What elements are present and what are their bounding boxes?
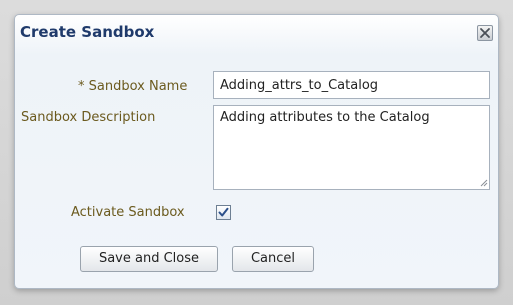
- sandbox-description-label: Sandbox Description: [21, 110, 155, 125]
- activate-sandbox-label: Activate Sandbox: [71, 205, 185, 220]
- cancel-button[interactable]: Cancel: [232, 246, 314, 272]
- sandbox-name-label-text: Sandbox Name: [88, 79, 188, 94]
- resize-grip-icon[interactable]: [479, 178, 488, 187]
- sandbox-name-label: * Sandbox Name: [78, 79, 187, 94]
- save-and-close-button[interactable]: Save and Close: [80, 246, 218, 272]
- activate-sandbox-checkbox[interactable]: [216, 205, 231, 220]
- close-button[interactable]: [477, 25, 493, 41]
- dialog-title: Create Sandbox: [20, 23, 155, 41]
- activate-sandbox-label-text: Activate Sandbox: [71, 205, 185, 220]
- required-marker: *: [78, 79, 85, 94]
- sandbox-name-input[interactable]: [213, 71, 490, 99]
- checkmark-icon: [218, 207, 229, 217]
- sandbox-description-textarea[interactable]: Adding attributes to the Catalog: [213, 105, 490, 190]
- sandbox-description-label-text: Sandbox Description: [21, 110, 156, 125]
- close-icon: [480, 28, 490, 38]
